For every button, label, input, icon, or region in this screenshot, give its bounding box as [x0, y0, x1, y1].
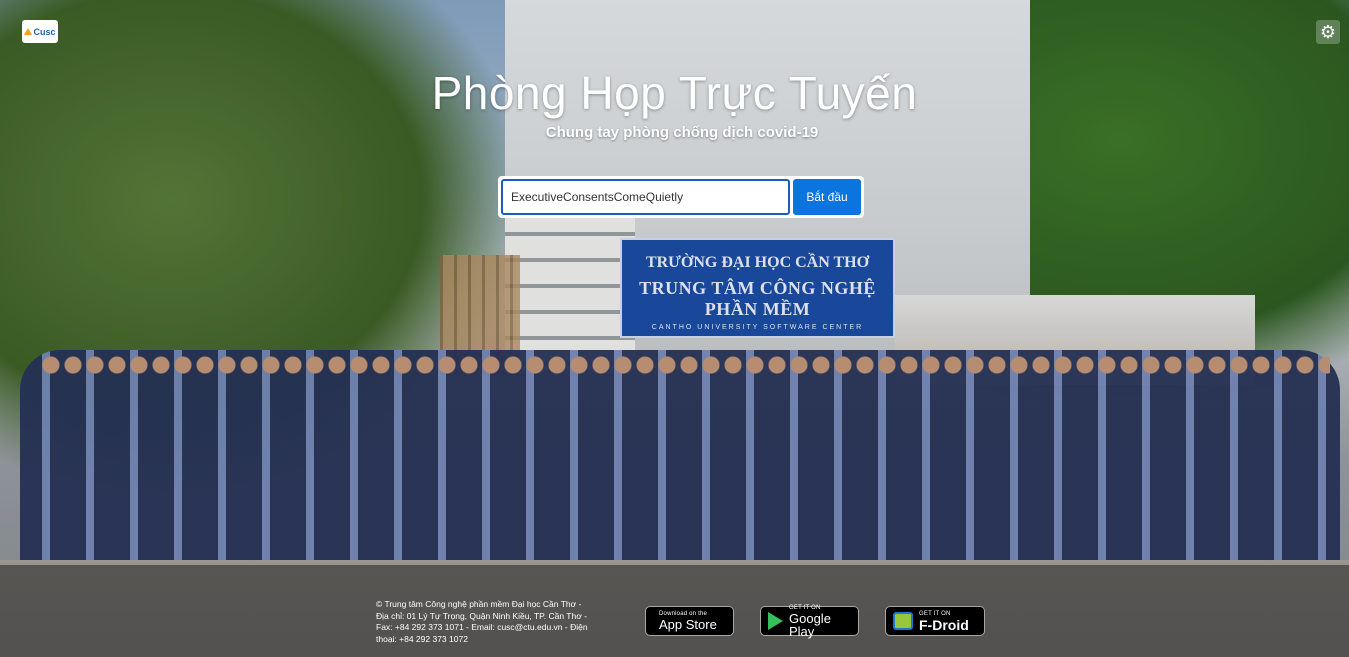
- app-store-badge[interactable]: Download on the App Store: [645, 606, 734, 636]
- start-meeting-button[interactable]: Bắt đầu: [793, 179, 861, 215]
- fdroid-small-text: GET IT ON: [919, 610, 951, 617]
- room-name-input[interactable]: [501, 179, 790, 215]
- fdroid-badge[interactable]: GET IT ON F-Droid: [885, 606, 985, 636]
- app-store-label: App Store: [659, 617, 717, 632]
- logo-text: Cusc: [33, 26, 56, 37]
- join-room-form: Bắt đầu: [498, 176, 864, 218]
- footer-line-1: © Trung tâm Công nghệ phần mềm Đại học C…: [376, 599, 582, 609]
- google-play-label: Google Play: [789, 610, 831, 639]
- fdroid-icon: [893, 612, 913, 630]
- footer-line-4: thoại: +84 292 373 1072: [376, 633, 468, 644]
- page-subtitle: Chung tay phòng chống dịch covid-19: [545, 124, 819, 141]
- fdroid-label: F-Droid: [919, 616, 969, 633]
- footer-line-3: Fax: +84 292 373 1071 - Email: cusc@ctu.…: [376, 622, 588, 632]
- logo-mark-icon: [24, 28, 33, 35]
- google-play-small-text: GET IT ON: [789, 604, 821, 611]
- settings-button[interactable]: ⚙: [1316, 20, 1340, 44]
- footer-contact: © Trung tâm Công nghệ phần mềm Đại học C…: [376, 599, 608, 645]
- footer-line-2: Địa chỉ: 01 Lý Tự Trọng, Quận Ninh Kiều,…: [376, 610, 587, 621]
- gear-icon: ⚙: [1319, 21, 1337, 42]
- google-play-badge[interactable]: GET IT ON Google Play: [760, 604, 859, 639]
- page-title: Phòng Họp Trực Tuyến: [431, 67, 918, 119]
- cusc-logo[interactable]: Cusc: [22, 20, 58, 43]
- google-play-icon: [768, 612, 783, 630]
